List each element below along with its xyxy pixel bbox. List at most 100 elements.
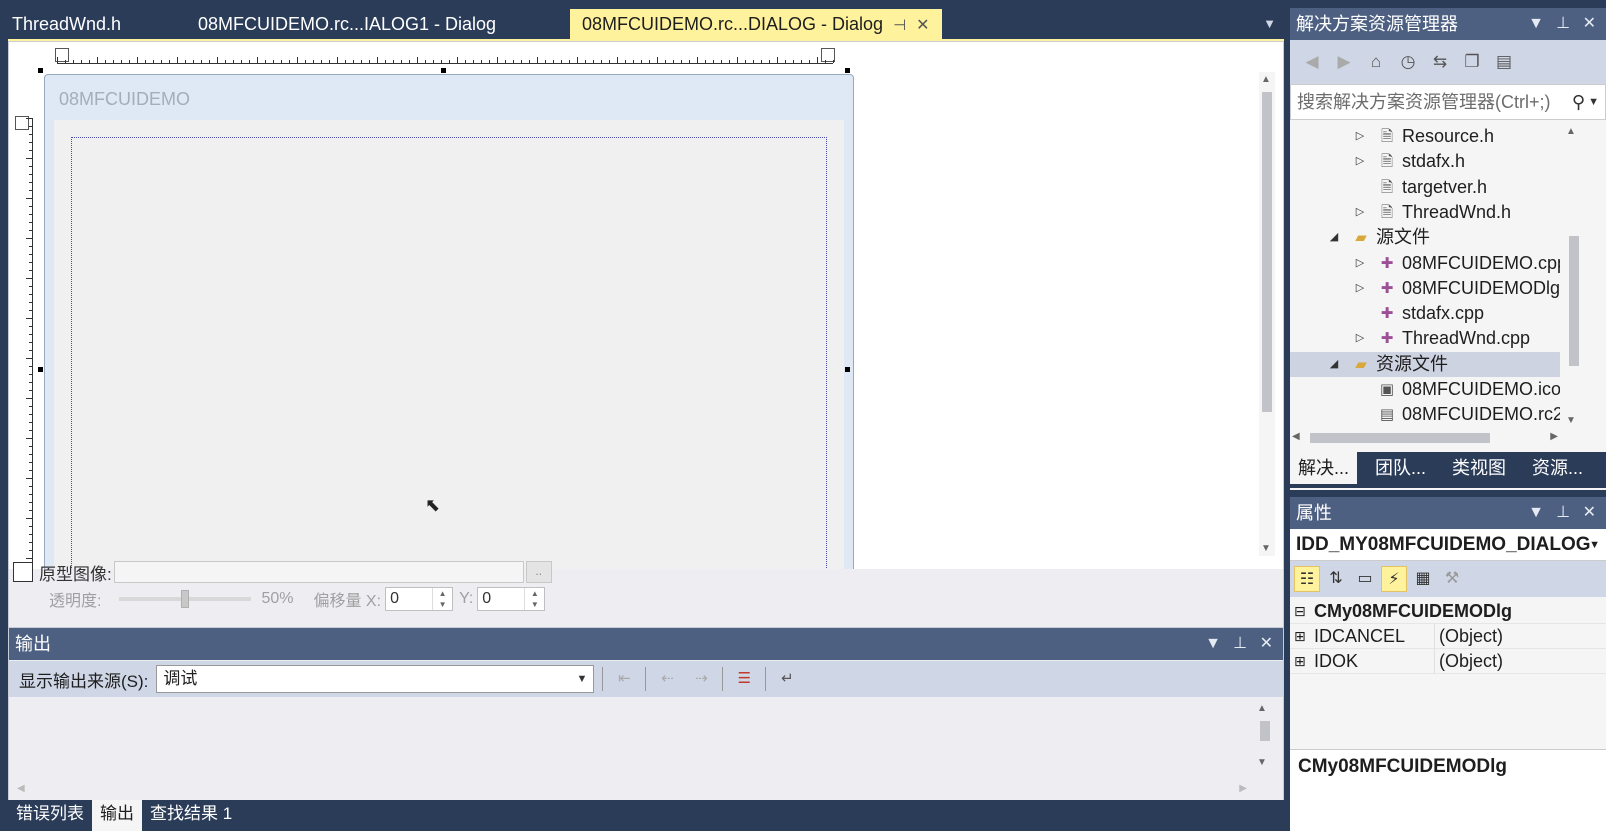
scroll-left-icon[interactable]: ◀ (1292, 431, 1300, 442)
collapsed-arrow-icon[interactable]: ▷ (1352, 200, 1368, 225)
back-icon[interactable]: ◀ (1298, 48, 1326, 76)
tree-item[interactable]: ◢ ▰ 资源文件 (1290, 351, 1560, 377)
tab-solution-explorer[interactable]: 解决... (1290, 452, 1358, 484)
close-icon[interactable]: ✕ (916, 11, 929, 41)
tree-item[interactable]: ◢ ▰ 源文件 (1290, 225, 1560, 250)
offset-x-stepper[interactable]: 0 ▲ ▼ (385, 587, 454, 611)
browse-button[interactable]: .. (525, 561, 552, 583)
resize-handle[interactable] (441, 68, 446, 73)
collapsed-arrow-icon[interactable]: ▷ (1352, 124, 1368, 149)
offset-x-value[interactable]: 0 (386, 590, 432, 608)
pane-menu-icon[interactable]: ▼ (1528, 497, 1544, 529)
property-pages-icon[interactable]: ⚒ (1439, 566, 1465, 592)
tab-overflow-dropdown-icon[interactable]: ▼ (1263, 16, 1276, 31)
properties-object-select[interactable]: IDD_MY08MFCUIDEMO_DIALOG ▼ (1290, 529, 1606, 561)
events-icon[interactable]: ⚡ (1381, 566, 1407, 592)
tree-item[interactable]: ▷ 🗎 stdafx.h (1290, 149, 1560, 174)
tree-item[interactable]: ▷ ✚ 08MFCUIDEMODlg.cpp (1290, 276, 1560, 301)
tree-item[interactable]: ▷ ✚ 08MFCUIDEMO.cpp (1290, 251, 1560, 276)
scrollbar-thumb[interactable] (1310, 433, 1490, 443)
pin-icon[interactable]: ⊥ (1233, 628, 1247, 660)
spin-arrows-icon[interactable]: ▲ ▼ (524, 588, 544, 610)
scroll-down-icon[interactable]: ▼ (1257, 757, 1267, 768)
tab-output[interactable]: 输出 (92, 800, 142, 831)
pin-icon[interactable]: ⊥ (1556, 497, 1570, 529)
scroll-left-icon[interactable]: ◀ (17, 783, 25, 794)
property-value[interactable]: (Object) (1434, 624, 1503, 649)
prototype-image-checkbox[interactable] (13, 562, 33, 582)
tab-idd-dialog1[interactable]: 08MFCUIDEMO.rc...IALOG1 - Dialog (186, 9, 508, 39)
scrollbar-thumb[interactable] (1262, 92, 1272, 412)
go-to-line-icon[interactable]: ⇤ (611, 667, 637, 691)
expanded-arrow-icon[interactable]: ◢ (1326, 225, 1342, 250)
resize-handle[interactable] (38, 367, 43, 372)
search-icon[interactable]: ⚲ (1572, 85, 1585, 119)
opacity-slider[interactable] (119, 590, 252, 608)
scroll-down-icon[interactable]: ▼ (1261, 543, 1271, 554)
collapse-icon[interactable]: ⊟ (1294, 599, 1310, 624)
tab-main-dialog[interactable]: 08MFCUIDEMO.rc...DIALOG - Dialog ⊣ ✕ (570, 9, 942, 39)
tree-item[interactable]: ▤ 08MFCUIDEMO.rc2 (1290, 402, 1560, 427)
next-message-icon[interactable]: ⇢ (688, 667, 714, 691)
close-icon[interactable]: ✕ (1583, 8, 1596, 40)
categorized-icon[interactable]: ☷ (1294, 566, 1320, 592)
prototype-image-path-field[interactable] (113, 561, 524, 583)
expand-icon[interactable]: ⊞ (1294, 624, 1310, 649)
resize-handle[interactable] (845, 68, 850, 73)
close-icon[interactable]: ✕ (1260, 628, 1273, 660)
close-icon[interactable]: ✕ (1583, 497, 1596, 529)
pane-menu-icon[interactable]: ▼ (1205, 628, 1221, 660)
pin-icon[interactable]: ⊣ (893, 11, 906, 41)
scrollbar-thumb[interactable] (1260, 721, 1270, 741)
dialog-preview[interactable]: 08MFCUIDEMO (44, 74, 854, 618)
tree-item[interactable]: ▷ 🗎 ThreadWnd.h (1290, 200, 1560, 225)
collapsed-arrow-icon[interactable]: ▷ (1352, 326, 1368, 351)
pane-menu-icon[interactable]: ▼ (1528, 8, 1544, 40)
scroll-right-icon[interactable]: ▶ (1550, 431, 1558, 442)
sync-icon[interactable]: ⇆ (1426, 48, 1454, 76)
resize-handle[interactable] (845, 367, 850, 372)
collapsed-arrow-icon[interactable]: ▷ (1352, 251, 1368, 276)
property-row[interactable]: ⊞ IDCANCEL (Object) (1290, 624, 1606, 649)
chevron-down-icon[interactable]: ▼ (1588, 85, 1599, 119)
dialog-client-area[interactable] (54, 120, 844, 618)
output-vertical-scrollbar[interactable]: ▲ ▼ (1257, 703, 1273, 773)
property-category[interactable]: ⊟ CMy08MFCUIDEMODlg (1290, 599, 1606, 624)
word-wrap-icon[interactable]: ↵ (774, 667, 800, 691)
tab-class-view[interactable]: 类视图 (1444, 452, 1514, 484)
collapsed-arrow-icon[interactable]: ▷ (1352, 149, 1368, 174)
tab-threadwnd-h[interactable]: ThreadWnd.h (0, 9, 133, 39)
resize-handle[interactable] (38, 68, 43, 73)
pin-icon[interactable]: ⊥ (1556, 8, 1570, 40)
tree-item[interactable]: ✚ stdafx.cpp (1290, 301, 1560, 326)
offset-y-stepper[interactable]: 0 ▲ ▼ (477, 587, 546, 611)
property-row[interactable]: ⊞ IDOK (Object) (1290, 649, 1606, 674)
tree-item[interactable]: ▣ 08MFCUIDEMO.ico (1290, 377, 1560, 402)
pending-changes-icon[interactable]: ◷ (1394, 48, 1422, 76)
output-source-select[interactable]: 调试 ▼ (156, 665, 595, 693)
clear-all-icon[interactable]: ☰ (731, 667, 757, 691)
collapse-all-icon[interactable]: ❐ (1458, 48, 1486, 76)
designer-vertical-scrollbar[interactable]: ▲ ▼ (1259, 72, 1275, 556)
tree-item[interactable]: ▷ ✚ ThreadWnd.cpp (1290, 326, 1560, 351)
show-all-files-icon[interactable]: ▤ (1490, 48, 1518, 76)
tab-find-results[interactable]: 查找结果 1 (142, 800, 240, 831)
scroll-up-icon[interactable]: ▲ (1566, 126, 1576, 137)
property-value[interactable]: (Object) (1434, 649, 1503, 674)
scroll-down-icon[interactable]: ▼ (1566, 415, 1576, 426)
slider-knob[interactable] (181, 590, 190, 608)
alphabetical-icon[interactable]: ⇅ (1323, 566, 1349, 592)
offset-y-value[interactable]: 0 (478, 590, 524, 608)
scrollbar-thumb[interactable] (1569, 236, 1579, 366)
scroll-up-icon[interactable]: ▲ (1257, 703, 1267, 714)
scroll-up-icon[interactable]: ▲ (1261, 74, 1271, 85)
expand-icon[interactable]: ⊞ (1294, 649, 1310, 674)
spin-arrows-icon[interactable]: ▲ ▼ (432, 588, 452, 610)
tab-team-explorer[interactable]: 团队... (1367, 452, 1434, 484)
expanded-arrow-icon[interactable]: ◢ (1326, 352, 1342, 377)
home-icon[interactable]: ⌂ (1362, 48, 1390, 76)
forward-icon[interactable]: ▶ (1330, 48, 1358, 76)
tab-resource-view[interactable]: 资源... (1524, 452, 1591, 484)
solution-search-input[interactable]: 搜索解决方案资源管理器(Ctrl+;) ⚲ ▼ (1290, 84, 1606, 120)
messages-icon[interactable]: ▦ (1410, 566, 1436, 592)
